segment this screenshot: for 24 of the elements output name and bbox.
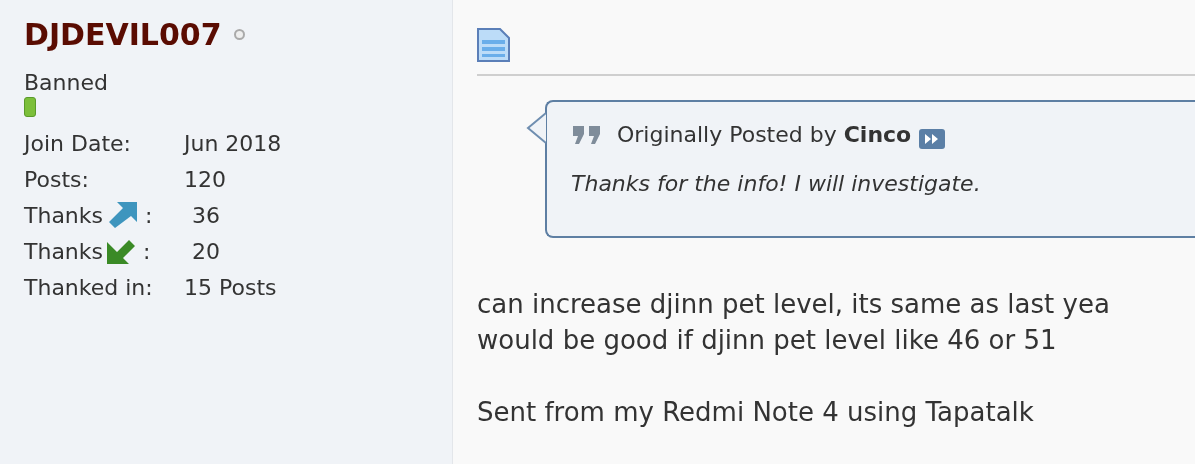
user-rank: Banned [24, 69, 109, 97]
arrow-down-left-icon [107, 238, 135, 264]
stat-colon: : [143, 237, 151, 266]
quote-attribution: Originally Posted by Cinco [617, 121, 912, 149]
stat-value: 36 [192, 201, 220, 230]
stat-label: Thanked in: [24, 273, 153, 302]
stat-label: Thanks [24, 201, 103, 230]
stat-label: Thanks [24, 237, 103, 266]
reputation-bar-icon [24, 97, 36, 117]
stat-colon: : [145, 201, 153, 230]
username-link[interactable]: DJDEVIL007 [24, 12, 222, 57]
view-post-icon [919, 128, 946, 149]
quote-text: Thanks for the info! I will investigate. [571, 170, 982, 198]
post-text-line: Sent from my Redmi Note 4 using Tapatalk [477, 396, 1034, 429]
post-text-line: can increase djinn pet level, its same as last yea [477, 288, 1110, 321]
stat-label: Join Date: [24, 129, 131, 158]
arrow-up-right-icon [107, 202, 137, 228]
stat-value: 15 Posts [184, 273, 277, 302]
stat-value: 20 [192, 237, 220, 266]
stat-label: Posts: [24, 165, 89, 194]
document-icon [477, 28, 510, 62]
post-text-line: would be good if djinn pet level like 46 or 51 [477, 324, 1057, 357]
stat-value: 120 [184, 165, 226, 194]
stat-value: Jun 2018 [184, 129, 282, 158]
